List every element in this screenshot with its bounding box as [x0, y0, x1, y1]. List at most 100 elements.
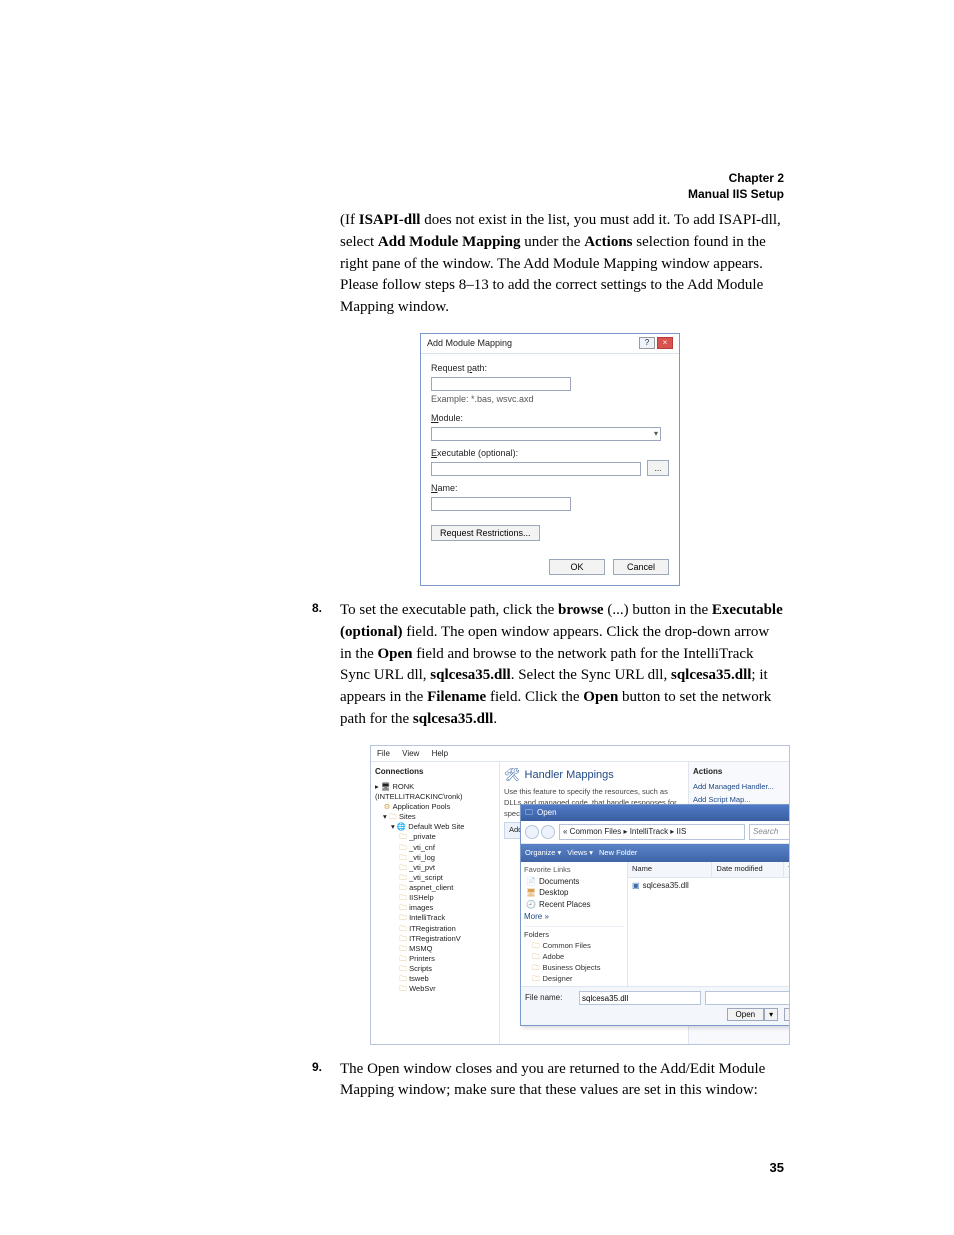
executable-input[interactable] [431, 462, 641, 476]
connections-tree: ▸ 🖥 RONK (INTELLITRACKINC\ronk) ⚙ Applic… [375, 782, 495, 995]
favorite-link[interactable]: 📄Documents [524, 876, 624, 888]
running-head-title: Manual IIS Setup [688, 186, 784, 202]
folder-icon: 🗀 [399, 893, 407, 903]
step-number: 8. [312, 600, 322, 617]
menu-file[interactable]: File [377, 749, 390, 758]
folder-icon: 🗀 [399, 832, 407, 842]
u: N [431, 483, 438, 493]
breadcrumb[interactable]: « Common Files ▸ IntelliTrack ▸ IIS [559, 824, 745, 840]
module-label: Module: [431, 412, 669, 425]
cancel-button[interactable]: Cancel [613, 559, 669, 575]
file-row[interactable]: ▣ sqlcesa35.dll [628, 878, 789, 894]
open-dialog-icon: 🗀 [525, 807, 533, 819]
favorite-links-header: Favorite Links [524, 865, 624, 876]
open-button[interactable]: Open [727, 1008, 765, 1021]
folder-icon: 🗀 [399, 934, 407, 944]
tree-sites[interactable]: ▾ 🗀 Sites [375, 812, 495, 822]
t: To set the executable path, click the [340, 602, 558, 618]
step-9: 9. The Open window closes and you are re… [340, 1059, 784, 1103]
tree-node[interactable]: 🗀 IntelliTrack [375, 913, 495, 923]
t: sqlcesa35.dll [413, 711, 493, 727]
nav-folder[interactable]: 🗀Business Objects [524, 963, 624, 974]
tree-node[interactable]: 🗀 _private [375, 832, 495, 842]
filename-input[interactable] [579, 991, 701, 1005]
folder-icon: 🗀 [532, 941, 540, 952]
filetype-combo[interactable]: (*.dll) ▾ [705, 991, 789, 1005]
col-date[interactable]: Date modified [712, 862, 784, 877]
t: Application Pools [393, 802, 451, 811]
t: field. Click the [486, 689, 583, 705]
actions-link[interactable]: Add Managed Handler... [693, 782, 785, 793]
filename-label: File name: [525, 992, 575, 1004]
module-combo[interactable]: ▾ [431, 427, 661, 441]
nav-folder[interactable]: 🗀Common Files [524, 941, 624, 952]
col-name[interactable]: Name [628, 862, 712, 877]
open-file-dialog: 🗀 Open × « Common Files ▸ IntelliTrack ▸… [520, 804, 789, 1026]
step-8: 8. To set the executable path, click the… [340, 600, 784, 731]
request-path-input[interactable] [431, 377, 571, 391]
tree-node[interactable]: 🗀 Scripts [375, 964, 495, 974]
add-module-mapping-dialog: Add Module Mapping ? × Request path: Exa… [420, 333, 680, 586]
t: Open [583, 689, 618, 705]
t: Filename [427, 689, 486, 705]
tree-node[interactable]: 🗀 IISHelp [375, 893, 495, 903]
dialog-help-icon[interactable]: ? [639, 337, 655, 349]
intro-paragraph: (If ISAPI-dll does not exist in the list… [340, 210, 784, 319]
tree-node[interactable]: 🗀 tsweb [375, 974, 495, 984]
tree-app-pools[interactable]: ⚙ Application Pools [375, 802, 495, 812]
dialog-close-icon[interactable]: × [657, 337, 673, 349]
t: browse [558, 602, 604, 618]
t: RONK (INTELLITRACKINC\ronk) [375, 782, 463, 801]
tree-node[interactable]: 🗀 WebSvr [375, 984, 495, 994]
tree-node[interactable]: 🗀 _vti_log [375, 853, 495, 863]
tree-node[interactable]: 🗀 ITRegistrationV [375, 934, 495, 944]
connections-header: Connections [375, 766, 495, 778]
t: . [493, 711, 497, 727]
tree-node[interactable]: 🗀 MSMQ [375, 944, 495, 954]
request-restrictions-button[interactable]: Request Restrictions... [431, 525, 540, 541]
browse-button[interactable]: ... [647, 460, 669, 476]
nav-folder[interactable]: 🗀Adobe [524, 952, 624, 963]
figure-add-module-mapping: Add Module Mapping ? × Request path: Exa… [420, 333, 784, 586]
open-cancel-button[interactable]: Cancel [784, 1008, 789, 1021]
tree-node[interactable]: 🗀 _vti_pvt [375, 863, 495, 873]
favorite-link[interactable]: 🖥Desktop [524, 887, 624, 899]
tree-node[interactable]: 🗀 images [375, 903, 495, 913]
open-split-button[interactable]: ▾ [764, 1008, 778, 1021]
tree-node[interactable]: 🗀 aspnet_client [375, 883, 495, 893]
folder-icon: 🗀 [532, 952, 540, 963]
search-input[interactable]: Search [749, 824, 789, 840]
menu-help[interactable]: Help [432, 749, 448, 758]
new-folder-button[interactable]: New Folder [599, 848, 637, 859]
folder-icon: 🗀 [399, 843, 407, 853]
t: under the [520, 234, 584, 250]
folder-icon: 🗀 [399, 964, 407, 974]
folder-icon: 🗀 [532, 963, 540, 974]
name-input[interactable] [431, 497, 571, 511]
tree-node[interactable]: 🗀 _vti_script [375, 873, 495, 883]
folder-icon: 🗀 [399, 913, 407, 923]
folder-icon: 🗀 [399, 873, 407, 883]
nav-fwd-icon[interactable] [541, 825, 555, 839]
t: ISAPI-dll [359, 212, 421, 228]
col-type[interactable]: Type [784, 862, 789, 877]
u: E [431, 448, 437, 458]
folders-header: Folders [524, 930, 624, 941]
organize-menu[interactable]: Organize ▾ [525, 848, 561, 859]
tree-default-web-site[interactable]: ▾ 🌐 Default Web Site [375, 822, 495, 832]
ok-button[interactable]: OK [549, 559, 605, 575]
t: Sites [399, 812, 416, 821]
nav-back-icon[interactable] [525, 825, 539, 839]
tree-server[interactable]: ▸ 🖥 RONK (INTELLITRACKINC\ronk) [375, 782, 495, 802]
views-menu[interactable]: Views ▾ [567, 848, 593, 859]
t: Add Module Mapping [378, 234, 521, 250]
tree-node[interactable]: 🗀 ITRegistration [375, 924, 495, 934]
tree-node[interactable]: 🗀 _vti_cnf [375, 843, 495, 853]
menu-view[interactable]: View [402, 749, 419, 758]
nav-folder[interactable]: 🗀Designer [524, 974, 624, 985]
request-path-example: Example: *.bas, wsvc.axd [431, 393, 669, 406]
folder-icon: 🗀 [532, 974, 540, 985]
favorite-more[interactable]: More » [524, 911, 624, 923]
favorite-link[interactable]: 🕘Recent Places [524, 899, 624, 911]
tree-node[interactable]: 🗀 Printers [375, 954, 495, 964]
